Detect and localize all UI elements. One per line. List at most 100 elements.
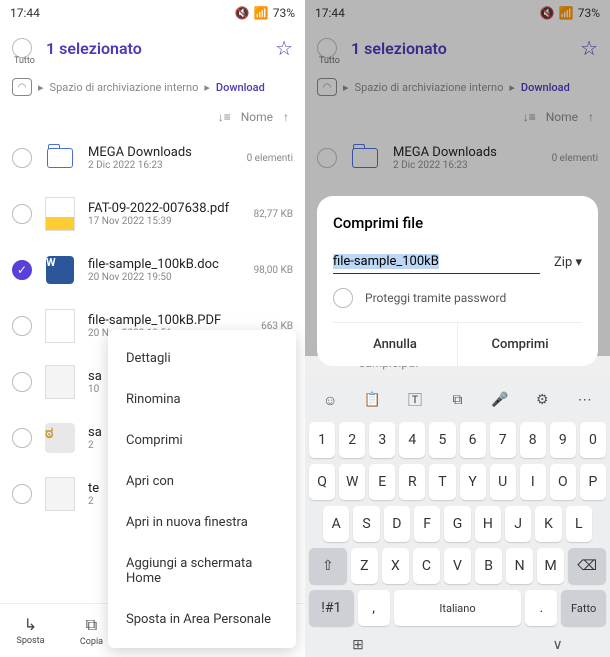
menu-item[interactable]: Aggiungi a schermata Home (108, 543, 296, 599)
key-9[interactable]: 9 (550, 422, 576, 458)
key-d[interactable]: D (384, 506, 410, 542)
space-key[interactable]: Italiano (394, 590, 522, 626)
backspace-key[interactable]: ⌫ (568, 548, 606, 584)
text-icon[interactable]: 🅃 (401, 387, 429, 413)
sort-bar[interactable]: ↓≡ Nome ↑ (0, 104, 305, 130)
key-0[interactable]: 0 (580, 422, 606, 458)
key-5[interactable]: 5 (429, 422, 455, 458)
file-checkbox[interactable] (12, 372, 32, 392)
toolbar-sposta[interactable]: ↳Sposta (0, 604, 61, 657)
done-key[interactable]: Fatto (561, 590, 606, 626)
file-icon: W (44, 254, 76, 286)
key-l[interactable]: L (566, 506, 592, 542)
emoji-icon[interactable]: ☺ (316, 387, 344, 413)
file-checkbox[interactable] (12, 484, 32, 504)
nav-back[interactable]: ∨ (553, 637, 563, 653)
menu-item[interactable]: Dettagli (108, 338, 296, 379)
more-icon[interactable]: ⋯ (571, 387, 599, 413)
key-s[interactable]: S (353, 506, 379, 542)
key-i[interactable]: I (520, 464, 546, 500)
comma-key[interactable]: , (358, 590, 390, 626)
breadcrumb-current[interactable]: Download (216, 81, 265, 94)
key-j[interactable]: J (505, 506, 531, 542)
key-1[interactable]: 1 (309, 422, 335, 458)
clipboard-icon[interactable]: 📋 (359, 387, 387, 413)
chevron-icon: ▸ (38, 81, 44, 94)
file-row[interactable]: MEGA Downloads2 Dic 2022 16:230 elementi (0, 130, 305, 186)
selection-header: 1 selezionato ☆ (0, 26, 305, 70)
cancel-button[interactable]: Annulla (333, 323, 458, 366)
menu-item[interactable]: Rinomina (108, 379, 296, 420)
key-g[interactable]: G (444, 506, 470, 542)
symbols-key[interactable]: !#1 (309, 590, 354, 626)
file-checkbox[interactable] (12, 260, 32, 280)
key-t[interactable]: T (429, 464, 455, 500)
file-row[interactable]: FAT-09-2022-007638.pdf17 Nov 2022 15:398… (0, 186, 305, 242)
breadcrumb[interactable]: ◠ ▸ Spazio di archiviazione interno ▸ Do… (0, 70, 305, 104)
context-menu: DettagliRinominaComprimiApri conApri in … (108, 330, 296, 648)
nav-recent[interactable]: ⊞ (352, 637, 364, 653)
key-w[interactable]: W (339, 464, 365, 500)
sort-label[interactable]: Nome (241, 110, 273, 124)
menu-item[interactable]: Comprimi (108, 420, 296, 461)
file-size: 82,77 KB (254, 209, 293, 220)
key-z[interactable]: Z (351, 548, 378, 584)
key-p[interactable]: P (580, 464, 606, 500)
key-8[interactable]: 8 (520, 422, 546, 458)
key-3[interactable]: 3 (369, 422, 395, 458)
file-checkbox[interactable] (12, 204, 32, 224)
key-4[interactable]: 4 (399, 422, 425, 458)
file-name: file-sample_100kB.doc (88, 257, 242, 272)
selection-count: 1 selezionato (46, 39, 275, 58)
period-key[interactable]: . (525, 590, 557, 626)
file-checkbox[interactable] (12, 148, 32, 168)
gear-icon[interactable]: ⚙ (528, 387, 556, 413)
home-icon[interactable]: ◠ (12, 78, 32, 96)
key-k[interactable]: K (535, 506, 561, 542)
key-v[interactable]: V (444, 548, 471, 584)
key-6[interactable]: 6 (460, 422, 486, 458)
key-f[interactable]: F (414, 506, 440, 542)
file-name: MEGA Downloads (88, 145, 235, 160)
confirm-button[interactable]: Comprimi (458, 323, 582, 366)
key-b[interactable]: B (475, 548, 502, 584)
file-checkbox[interactable] (12, 316, 32, 336)
password-label: Proteggi tramite password (365, 291, 506, 305)
key-n[interactable]: N (506, 548, 533, 584)
file-size: 98,00 KB (254, 265, 293, 276)
sort-icon: ↓≡ (218, 110, 231, 124)
mute-icon: 🔇 (235, 6, 250, 20)
key-7[interactable]: 7 (490, 422, 516, 458)
favorite-icon[interactable]: ☆ (275, 36, 293, 60)
key-q[interactable]: Q (309, 464, 335, 500)
format-dropdown[interactable]: Zip ▾ (554, 255, 582, 270)
breadcrumb-path[interactable]: Spazio di archiviazione interno (50, 81, 199, 94)
filename-input[interactable]: file-sample_100kB (333, 250, 540, 274)
key-h[interactable]: H (475, 506, 501, 542)
scan-icon[interactable]: ⧉ (443, 387, 471, 413)
key-a[interactable]: A (323, 506, 349, 542)
toolbar-icon: ↳ (24, 615, 37, 634)
select-all-checkbox[interactable] (12, 38, 32, 58)
file-checkbox[interactable] (12, 428, 32, 448)
key-m[interactable]: M (537, 548, 564, 584)
file-name: file-sample_100kB.PDF (88, 313, 249, 328)
sort-direction-icon[interactable]: ↑ (283, 110, 289, 124)
key-2[interactable]: 2 (339, 422, 365, 458)
shift-key[interactable]: ⇧ (309, 548, 347, 584)
key-u[interactable]: U (490, 464, 516, 500)
menu-item[interactable]: Sposta in Area Personale (108, 599, 296, 640)
menu-item[interactable]: Apri con (108, 461, 296, 502)
file-meta: 20 Nov 2022 19:50 (88, 272, 242, 283)
key-y[interactable]: Y (460, 464, 486, 500)
password-checkbox[interactable] (333, 288, 353, 308)
file-row[interactable]: Wfile-sample_100kB.doc20 Nov 2022 19:50 9… (0, 242, 305, 298)
key-c[interactable]: C (413, 548, 440, 584)
key-r[interactable]: R (399, 464, 425, 500)
key-e[interactable]: E (369, 464, 395, 500)
menu-item[interactable]: Apri in nuova finestra (108, 502, 296, 543)
mic-icon[interactable]: 🎤 (486, 387, 514, 413)
file-meta: 2 Dic 2022 16:23 (88, 160, 235, 171)
key-x[interactable]: X (382, 548, 409, 584)
key-o[interactable]: O (550, 464, 576, 500)
